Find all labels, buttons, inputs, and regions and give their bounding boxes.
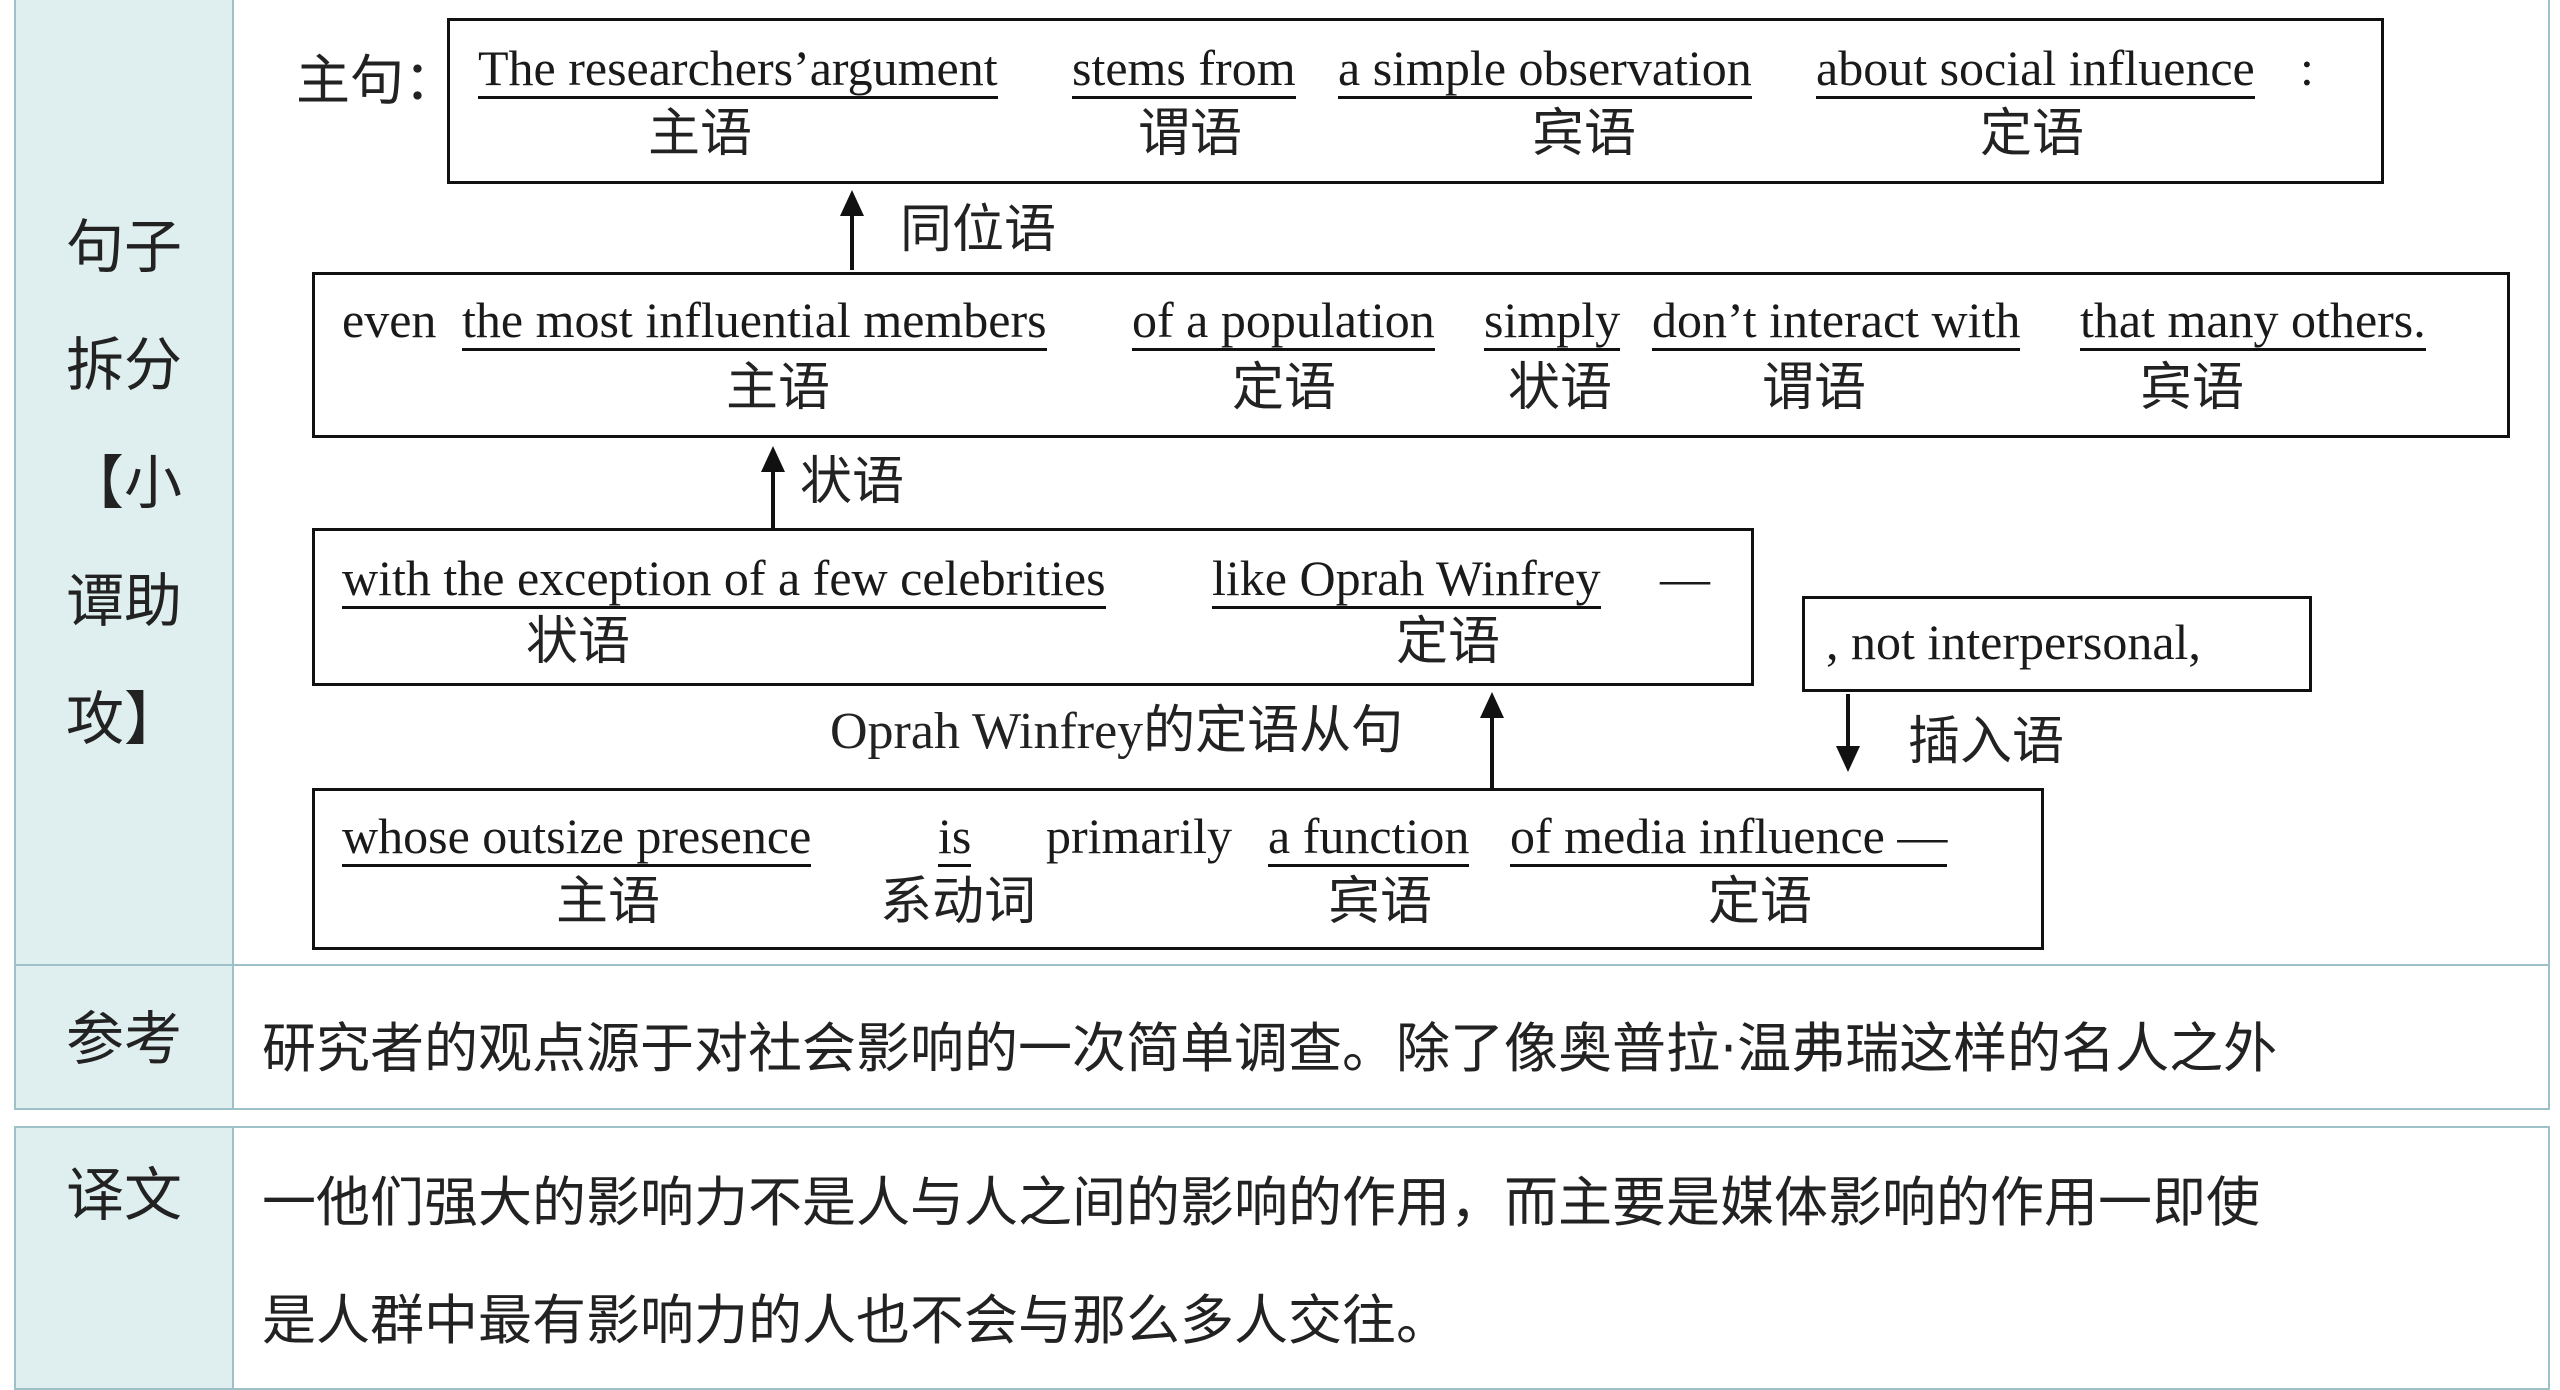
translation-line-3: 是人群中最有影响力的人也不会与那么多人交往。	[262, 1289, 1450, 1352]
box4-object: a function	[1268, 808, 1470, 867]
box3-attr: like Oprah Winfrey	[1212, 550, 1601, 609]
box2-role-verb: 谓语	[1762, 358, 1867, 418]
label-cell-ref: 参考	[14, 964, 234, 1110]
translation-line-1: 研究者的观点源于对社会影响的一次简单调查。除了像奥普拉·温弗瑞这样的名人之外	[262, 1017, 2278, 1080]
box1-role-object: 宾语	[1532, 104, 1637, 164]
box1-subject: The researchers’argument	[478, 40, 998, 99]
box2-role-adv: 状语	[1508, 358, 1613, 418]
box4-adverb: primarily	[1046, 808, 1233, 864]
box4-linking: is	[938, 808, 972, 867]
link-relative-label: Oprah Winfrey的定语从句	[830, 703, 1404, 760]
box4-role-attr: 定语	[1708, 872, 1813, 932]
link-parenthesis-label: 插入语	[1908, 712, 2065, 772]
label-reference: 参考	[65, 1005, 182, 1073]
box2-attr: of a population	[1132, 292, 1435, 351]
box1-role-verb: 谓语	[1138, 104, 1243, 164]
box3-dash: —	[1660, 550, 1710, 606]
box4-role-linking: 系动词	[880, 872, 1037, 932]
label-cell-trans: 译文	[14, 1126, 234, 1390]
label-translation: 译文	[65, 1161, 182, 1229]
box3-role-adv: 状语	[526, 612, 631, 672]
link-adverbial-label: 状语	[800, 452, 905, 512]
arrow-relative-head	[1480, 692, 1504, 718]
box2-role-attr: 定语	[1232, 358, 1337, 418]
box2-adv: simply	[1484, 292, 1621, 351]
box2-verb: don’t interact with	[1652, 292, 2021, 351]
box4-attr: of media influence —	[1510, 808, 1948, 867]
box3-role-attr: 定语	[1396, 612, 1501, 672]
arrow-relative-line	[1490, 712, 1494, 788]
arrow-parenthesis-head	[1836, 746, 1860, 772]
box3-adv: with the exception of a few celebrities	[342, 550, 1106, 609]
parenthesis-text: , not interpersonal,	[1826, 614, 2201, 670]
box2-subject: the most influential members	[462, 292, 1047, 351]
box2-object: that many others.	[2080, 292, 2426, 351]
box1-verb: stems from	[1072, 40, 1296, 99]
arrow-appositive-head	[840, 190, 864, 216]
box2-role-subject: 主语	[726, 358, 831, 418]
label-sentence-split: 句子 拆分 【小 谭助 攻】	[65, 213, 182, 753]
box2-lead: even	[342, 292, 437, 348]
box4-role-subject: 主语	[556, 872, 661, 932]
box1-role-attr: 定语	[1980, 104, 2085, 164]
box4-role-object: 宾语	[1328, 872, 1433, 932]
arrow-parenthesis-line	[1846, 694, 1850, 748]
box4-subject: whose outsize presence	[342, 808, 812, 867]
box1-attr: about social influence	[1816, 40, 2255, 99]
box1-colon: :	[2300, 40, 2314, 96]
translation-line-2: 一他们强大的影响力不是人与人之间的影响的作用，而主要是媒体影响的作用一即使	[262, 1171, 2260, 1234]
link-appositive-label: 同位语	[900, 200, 1057, 260]
label-cell-split: 句子 拆分 【小 谭助 攻】	[14, 0, 234, 966]
arrow-adverbial-head	[761, 446, 785, 472]
main-clause-prefix: 主句：	[296, 49, 458, 112]
box1-object: a simple observation	[1338, 40, 1752, 99]
arrow-appositive-line	[850, 210, 854, 270]
box2-role-object: 宾语	[2140, 358, 2245, 418]
box1-role-subject: 主语	[648, 104, 753, 164]
arrow-adverbial-line	[771, 466, 775, 528]
